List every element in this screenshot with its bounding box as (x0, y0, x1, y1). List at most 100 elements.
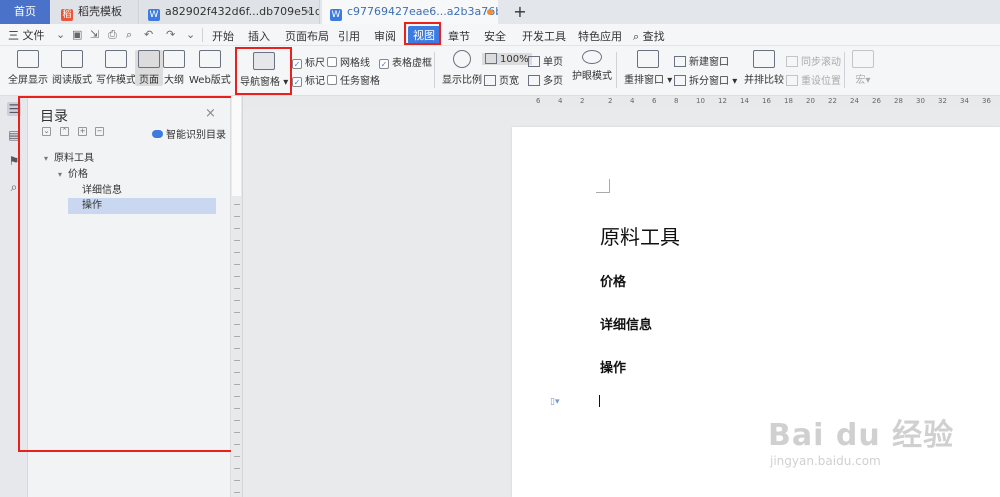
macro-icon (852, 50, 874, 68)
web-layout-button[interactable]: Web版式 (189, 50, 231, 86)
new-tab-button[interactable]: + (508, 0, 532, 24)
menu-special[interactable]: 特色应用 (578, 28, 622, 44)
ruler-number: 10 (696, 97, 705, 105)
ruler-number: 2 (580, 97, 585, 105)
ruler-number: 18 (784, 97, 793, 105)
table-gridlines-label: 表格虚框 (392, 58, 432, 69)
single-page-button[interactable]: 单页 (528, 53, 563, 68)
new-window-icon (674, 56, 686, 67)
menu-security[interactable]: 安全 (484, 28, 506, 44)
ruler-tick (234, 348, 240, 349)
ruler-tick (234, 300, 240, 301)
menu-start[interactable]: 开始 (212, 28, 234, 44)
check-icon: ✓ (379, 59, 389, 69)
fullscreen-button[interactable]: 全屏显示 (8, 50, 48, 86)
page-layout-button[interactable]: 页面 (135, 50, 163, 86)
ruler-number: 8 (674, 97, 679, 105)
book-icon (61, 50, 83, 68)
doc-heading[interactable]: 价格 (600, 271, 626, 290)
export-icon[interactable]: ⇲ (90, 28, 99, 41)
sync-scroll-icon (786, 56, 798, 67)
eye-icon (582, 50, 602, 64)
nav-pane-outline-highlight (18, 96, 234, 452)
ruler-tick (234, 252, 240, 253)
menu-page-layout[interactable]: 页面布局 (285, 28, 329, 44)
ruler-number: 30 (916, 97, 925, 105)
pen-icon (105, 50, 127, 68)
rearrange-label: 重排窗口 (624, 75, 664, 86)
ruler-tick (234, 492, 240, 493)
search-button[interactable]: ⌕ 查找 (633, 28, 665, 44)
outline-button[interactable]: 大纲 (163, 50, 185, 86)
ruler-tick (234, 468, 240, 469)
gridlines-checkbox[interactable]: 网格线 (327, 54, 370, 69)
chevron-down-icon[interactable]: ⌄ (56, 28, 65, 41)
ruler-tick (234, 372, 240, 373)
doc-title[interactable]: 原料工具 (600, 221, 680, 250)
check-icon: ✓ (292, 59, 302, 69)
doc-heading[interactable]: 操作 (600, 357, 626, 376)
vertical-ruler (231, 96, 243, 497)
ruler-tick (234, 264, 240, 265)
web-icon (198, 50, 221, 68)
zoom-label: 显示比例 (442, 75, 482, 86)
eye-protection-button[interactable]: 护眼模式 (572, 50, 612, 82)
markup-checkbox[interactable]: ✓ 标记 (292, 72, 325, 87)
file-menu[interactable]: 三 文件 (8, 27, 45, 43)
table-gridlines-checkbox[interactable]: ✓ 表格虚框 (379, 54, 432, 69)
undo-icon[interactable]: ↶ (144, 28, 153, 41)
watermark-url: jingyan.baidu.com (770, 454, 881, 468)
tab-document-2[interactable]: Wc97769427eae6...a2b3a76bb41b4 (322, 0, 498, 24)
tab-templates[interactable]: 稻稻壳模板 (51, 0, 139, 24)
tab-home[interactable]: 首页 (0, 0, 50, 24)
multi-page-button[interactable]: 多页 (528, 72, 563, 87)
print-icon[interactable]: ⎙ (108, 28, 117, 42)
task-pane-checkbox[interactable]: 任务窗格 (327, 72, 380, 87)
redo-icon[interactable]: ↷ (166, 28, 175, 41)
view-tab-highlight (404, 22, 441, 45)
ruler-tick (234, 324, 240, 325)
text-cursor (599, 395, 600, 407)
checkbox-empty-icon (327, 57, 337, 67)
read-layout-button[interactable]: 阅读版式 (52, 50, 92, 86)
reset-position-button[interactable]: 重设位置 (786, 72, 841, 87)
word-doc-icon: W (148, 9, 160, 21)
chevron-down-icon: ▾ (865, 75, 871, 86)
ruler-checkbox[interactable]: ✓ 标尺 (292, 54, 325, 69)
customize-icon[interactable]: ⌄ (186, 28, 195, 41)
rearrange-window-button[interactable]: 重排窗口 ▾ (624, 50, 672, 86)
menu-developer[interactable]: 开发工具 (522, 28, 566, 44)
ruler-tick (234, 276, 240, 277)
separator (434, 52, 435, 88)
menu-chapter[interactable]: 章节 (448, 28, 470, 44)
macro-button[interactable]: 宏▾ (852, 50, 874, 86)
doc-heading[interactable]: 详细信息 (600, 314, 652, 333)
side-by-side-button[interactable]: 并排比较 (744, 50, 784, 86)
ruler-label: 标尺 (305, 58, 325, 69)
menu-review[interactable]: 审阅 (374, 28, 396, 44)
menu-reference[interactable]: 引用 (338, 28, 360, 44)
ruler-tick (234, 456, 240, 457)
outline-icon (163, 50, 185, 68)
gridlines-label: 网格线 (340, 58, 370, 69)
separator (202, 28, 203, 42)
ruler-tick (234, 420, 240, 421)
zoom-icon (453, 50, 471, 68)
ruler-tick (234, 336, 240, 337)
page-width-button[interactable]: 页宽 (484, 72, 519, 87)
sync-scroll-button[interactable]: 同步滚动 (786, 53, 841, 68)
save-icon[interactable]: ▣ (72, 28, 82, 41)
zoom-button[interactable]: 显示比例 (442, 50, 482, 86)
tab-document-1[interactable]: Wa82902f432d6f...db709e51d84a9 × (140, 0, 320, 24)
new-window-button[interactable]: 新建窗口 (674, 53, 729, 68)
menu-insert[interactable]: 插入 (248, 28, 270, 44)
write-mode-button[interactable]: 写作模式 (96, 50, 136, 86)
word-doc-icon: W (330, 9, 342, 21)
close-icon[interactable]: × (304, 0, 313, 24)
zoom-100-button[interactable]: 100% (482, 53, 532, 65)
print-preview-icon[interactable]: ⌕ (126, 28, 132, 42)
tab-document-1-label: a82902f432d6f...db709e51d84a9 (165, 5, 320, 18)
split-window-button[interactable]: 拆分窗口 ▾ (674, 72, 737, 87)
document-icon[interactable]: ▯▾ (550, 397, 559, 407)
horizontal-ruler: 6422468101214161820222426283032343638 (243, 96, 1000, 108)
